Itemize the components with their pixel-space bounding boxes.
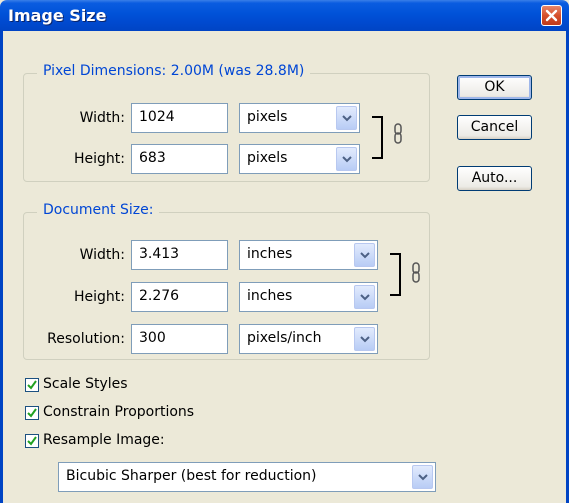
chevron-down-icon — [418, 474, 428, 481]
close-icon — [545, 9, 558, 22]
auto-button[interactable]: Auto... — [457, 166, 532, 191]
pixel-width-unit-value: pixels — [247, 109, 288, 125]
resample-image-label[interactable]: Resample Image: — [43, 432, 165, 448]
chevron-down-icon — [360, 252, 370, 259]
doc-height-unit-dropdown-button[interactable] — [354, 285, 375, 309]
constrain-proportions-label[interactable]: Constrain Proportions — [43, 404, 194, 420]
doc-width-field[interactable]: 3.413 — [131, 240, 228, 270]
pixel-width-unit-dropdown-button[interactable] — [336, 106, 357, 130]
doc-width-unit-select[interactable]: inches — [239, 240, 378, 270]
resample-image-checkbox[interactable] — [25, 434, 39, 448]
doc-height-field[interactable]: 2.276 — [131, 282, 228, 312]
resample-method-value: Bicubic Sharper (best for reduction) — [66, 468, 317, 484]
pixel-width-label: Width: — [79, 110, 125, 126]
resolution-unit-select[interactable]: pixels/inch — [239, 324, 378, 354]
ok-button[interactable]: OK — [457, 75, 532, 100]
pixel-height-label: Height: — [74, 151, 125, 167]
pixel-height-unit-value: pixels — [247, 150, 288, 166]
doc-width-unit-dropdown-button[interactable] — [354, 243, 375, 267]
pixel-width-field[interactable]: 1024 — [131, 103, 228, 133]
window-title: Image Size — [8, 6, 107, 25]
resample-method-select[interactable]: Bicubic Sharper (best for reduction) — [58, 462, 436, 492]
pixel-height-field[interactable]: 683 — [131, 144, 228, 174]
scale-styles-checkbox[interactable] — [25, 378, 39, 392]
doc-height-unit-value: inches — [247, 288, 293, 304]
doc-width-unit-value: inches — [247, 246, 293, 262]
checkmark-icon — [27, 380, 37, 390]
checkmark-icon — [27, 408, 37, 418]
document-size-legend: Document Size: — [37, 202, 160, 218]
chevron-down-icon — [342, 156, 352, 163]
chain-link-icon — [394, 123, 402, 144]
scale-styles-label[interactable]: Scale Styles — [43, 376, 128, 392]
resolution-unit-dropdown-button[interactable] — [354, 327, 375, 351]
cancel-button[interactable]: Cancel — [457, 115, 532, 140]
doc-height-unit-select[interactable]: inches — [239, 282, 378, 312]
checkmark-icon — [27, 436, 37, 446]
constrain-proportions-checkbox[interactable] — [25, 406, 39, 420]
doc-width-label: Width: — [79, 247, 125, 263]
pixel-dimensions-legend: Pixel Dimensions: 2.00M (was 28.8M) — [37, 63, 311, 79]
chain-link-icon — [412, 262, 420, 283]
resample-method-dropdown-button[interactable] — [412, 465, 433, 489]
pixel-width-unit-select[interactable]: pixels — [239, 103, 360, 133]
chevron-down-icon — [360, 294, 370, 301]
pixel-height-unit-dropdown-button[interactable] — [336, 147, 357, 171]
doc-height-label: Height: — [74, 289, 125, 305]
close-button[interactable] — [541, 5, 562, 26]
chevron-down-icon — [360, 336, 370, 343]
pixel-height-unit-select[interactable]: pixels — [239, 144, 360, 174]
chevron-down-icon — [342, 115, 352, 122]
resolution-label: Resolution: — [47, 331, 125, 347]
resolution-field[interactable]: 300 — [131, 324, 228, 354]
resolution-unit-value: pixels/inch — [247, 330, 322, 346]
